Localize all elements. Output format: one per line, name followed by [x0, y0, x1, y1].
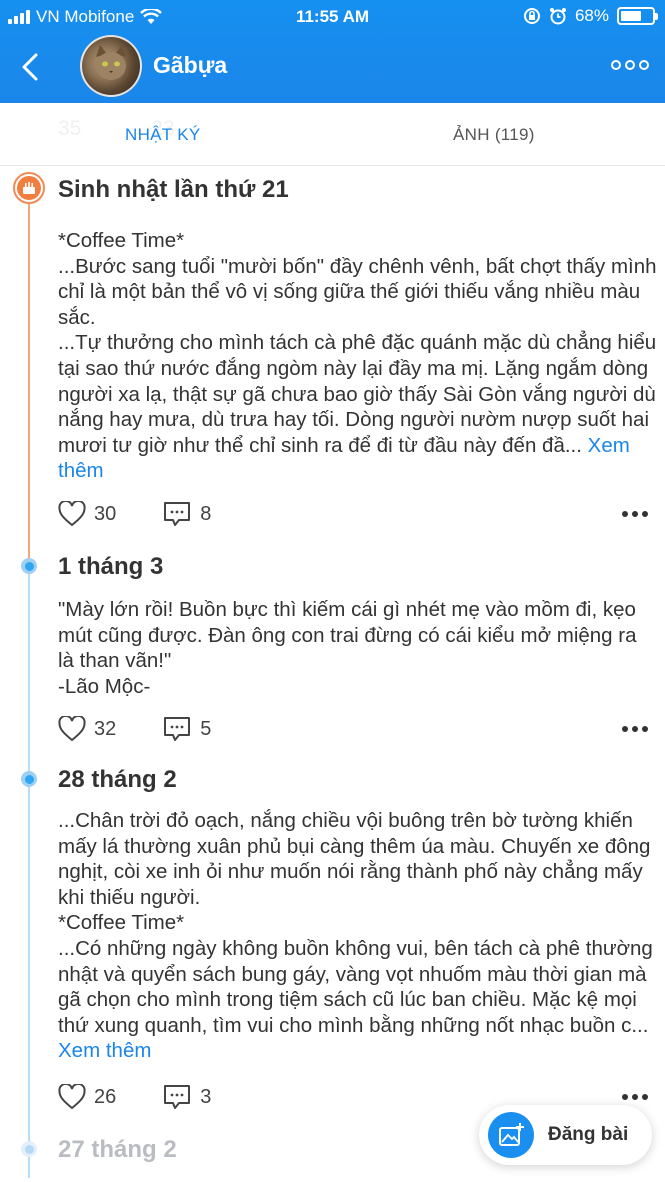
heart-icon: [58, 501, 86, 527]
post-body: "Mày lớn rồi! Buồn bực thì kiếm cái gì n…: [58, 597, 658, 699]
post-title: Sinh nhật lần thứ 21: [58, 176, 289, 203]
alarm-icon: [549, 8, 566, 25]
battery-icon: [617, 7, 658, 25]
diary-post[interactable]: 1 tháng 3 "Mày lớn rồi! Buồn bực thì kiế…: [58, 553, 658, 699]
status-bar: VN Mobifone 11:55 AM 68%: [0, 0, 665, 34]
comment-button[interactable]: 5: [162, 716, 211, 742]
diary-post[interactable]: Sinh nhật lần thứ 21 *Coffee Time* ...Bư…: [58, 176, 658, 484]
status-right: 68%: [523, 6, 658, 26]
comment-count: 5: [200, 717, 212, 740]
post-title: 1 tháng 3: [58, 553, 164, 580]
comment-icon: [164, 1085, 191, 1109]
ghost-like-count: 35: [58, 117, 82, 140]
timeline-line: [28, 558, 30, 1178]
comment-count: 3: [200, 1085, 212, 1108]
like-button[interactable]: 30: [58, 501, 116, 527]
post-title: 28 tháng 2: [58, 766, 177, 793]
tab-photos[interactable]: ẢNH (119): [453, 125, 535, 145]
birthday-cake-icon: [13, 172, 45, 204]
like-count: 26: [94, 1085, 117, 1108]
comment-button[interactable]: 8: [162, 501, 211, 527]
diary-timeline: Sinh nhật lần thứ 21 *Coffee Time* ...Bư…: [0, 166, 665, 1182]
post-actions: 32 5: [58, 714, 648, 744]
timeline-dot: [21, 558, 37, 574]
post-body: ...Chân trời đỏ oạch, nắng chiều vội buô…: [58, 808, 658, 1064]
post-actions: 30 8: [58, 499, 648, 529]
battery-percent: 68%: [574, 6, 609, 25]
post-more-button[interactable]: [622, 726, 648, 732]
comment-count: 8: [200, 502, 212, 525]
heart-icon: [58, 1084, 86, 1110]
rotation-lock-icon: [523, 8, 540, 24]
comment-button[interactable]: 3: [162, 1084, 211, 1110]
more-options-button[interactable]: [611, 60, 649, 70]
tab-bar: 35 23 NHẬT KÝ ẢNH (119): [0, 103, 665, 166]
see-more-link[interactable]: Xem thêm: [58, 1039, 151, 1062]
battery-fill: [621, 11, 642, 21]
timeline-dot: [21, 771, 37, 787]
profile-nav: Gãbựa: [0, 34, 665, 103]
like-button[interactable]: 26: [58, 1084, 116, 1110]
post-text: *Coffee Time* ...Bước sang tuổi "mười bố…: [58, 229, 657, 457]
diary-post[interactable]: 28 tháng 2 ...Chân trời đỏ oạch, nắng ch…: [58, 766, 658, 1064]
like-count: 32: [94, 717, 117, 740]
comment-icon: [164, 502, 191, 526]
tab-diary[interactable]: NHẬT KÝ: [125, 125, 200, 145]
add-photo-icon: [488, 1112, 534, 1158]
like-button[interactable]: 32: [58, 716, 116, 742]
app-header: VN Mobifone 11:55 AM 68% Gãbựa: [0, 0, 665, 103]
post-text: ...Chân trời đỏ oạch, nắng chiều vội buô…: [58, 809, 653, 1037]
comment-icon: [164, 717, 191, 741]
post-body: *Coffee Time* ...Bước sang tuổi "mười bố…: [58, 228, 658, 484]
post-text: "Mày lớn rồi! Buồn bực thì kiếm cái gì n…: [58, 598, 637, 698]
profile-name: Gãbựa: [153, 52, 228, 78]
timeline-line-birthday: [28, 188, 30, 558]
back-arrow-icon[interactable]: [18, 52, 44, 82]
post-more-button[interactable]: [622, 1094, 648, 1100]
post-more-button[interactable]: [622, 511, 648, 517]
timeline-dot: [21, 1141, 37, 1157]
heart-icon: [58, 716, 86, 742]
create-post-label: Đăng bài: [548, 1124, 629, 1145]
avatar[interactable]: [80, 35, 142, 97]
cat-avatar-icon: [96, 45, 126, 80]
like-count: 30: [94, 502, 117, 525]
create-post-button[interactable]: Đăng bài: [479, 1105, 652, 1165]
